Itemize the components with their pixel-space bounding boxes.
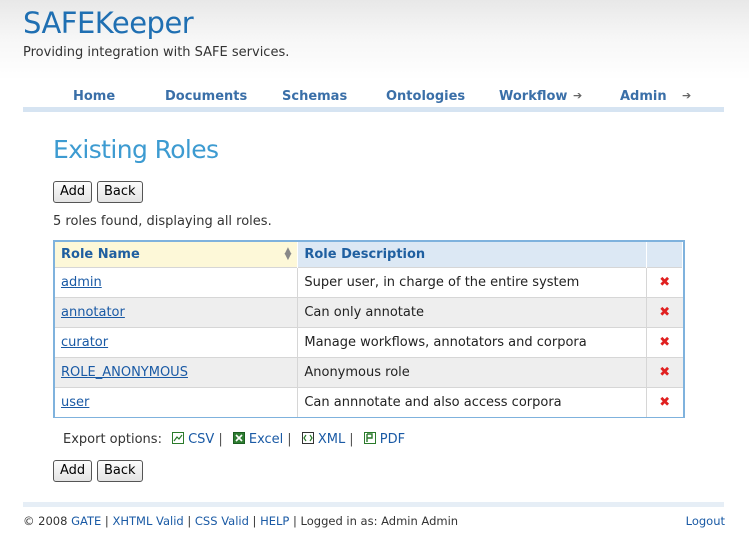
role-description: Can annnotate and also access corpora	[297, 386, 648, 417]
table-row: curator Manage workflows, annotators and…	[55, 326, 683, 357]
role-link-user[interactable]: user	[61, 395, 89, 410]
site-title: SAFEKeeper	[23, 6, 194, 40]
copyright-text: © 2008	[23, 514, 68, 528]
footer-link-gate[interactable]: GATE	[71, 514, 101, 528]
role-link-curator[interactable]: curator	[61, 335, 108, 350]
export-csv-link[interactable]: CSV	[188, 432, 214, 447]
back-button[interactable]: Back	[97, 181, 143, 203]
footer-link-css[interactable]: CSS Valid	[195, 514, 249, 528]
xml-icon	[301, 432, 314, 444]
role-description: Anonymous role	[297, 356, 648, 387]
logged-in-text: Logged in as: Admin Admin	[300, 514, 459, 528]
footer-divider	[23, 502, 724, 507]
footer-link-xhtml[interactable]: XHTML Valid	[112, 514, 183, 528]
column-header-label: Role Name	[61, 246, 140, 262]
add-button-bottom[interactable]: Add	[53, 460, 93, 482]
delete-icon[interactable]: ✖	[659, 365, 670, 380]
delete-icon[interactable]: ✖	[659, 395, 670, 410]
nav-home[interactable]: Home	[73, 89, 115, 104]
pdf-icon	[363, 432, 376, 444]
role-description: Manage workflows, annotators and corpora	[297, 326, 648, 357]
logout-link[interactable]: Logout	[686, 514, 725, 528]
role-link-role-anonymous[interactable]: ROLE_ANONYMOUS	[61, 365, 188, 380]
nav-ontologies[interactable]: Ontologies	[386, 89, 465, 104]
role-link-annotator[interactable]: annotator	[61, 305, 125, 320]
column-header-role-name[interactable]: Role Name ▲ ▼	[55, 242, 299, 267]
table-row: ROLE_ANONYMOUS Anonymous role ✖	[55, 356, 683, 387]
arrow-right-icon: ➔	[682, 89, 692, 102]
main-nav: Home Documents Schemas Ontologies Workfl…	[23, 86, 724, 112]
role-link-admin[interactable]: admin	[61, 275, 102, 290]
site-tagline: Providing integration with SAFE services…	[23, 45, 290, 60]
table-row: annotator Can only annotate ✖	[55, 296, 683, 327]
column-header-actions	[646, 242, 683, 267]
footer: © 2008 GATE | XHTML Valid | CSS Valid | …	[23, 514, 459, 528]
nav-schemas[interactable]: Schemas	[282, 89, 347, 104]
add-button[interactable]: Add	[53, 181, 93, 203]
delete-icon[interactable]: ✖	[659, 335, 670, 350]
arrow-right-icon: ➔	[573, 89, 583, 102]
sort-icon: ▲ ▼	[284, 246, 292, 262]
excel-icon	[232, 432, 245, 444]
export-options: Export options: CSV | Excel | XML | PDF	[63, 432, 406, 447]
delete-icon[interactable]: ✖	[659, 305, 670, 320]
csv-icon	[172, 432, 185, 444]
role-description: Super user, in charge of the entire syst…	[297, 266, 648, 297]
roles-table: Role Name ▲ ▼ Role Description admin Supe…	[53, 240, 685, 418]
nav-documents[interactable]: Documents	[165, 89, 247, 104]
results-count: 5 roles found, displaying all roles.	[53, 214, 272, 229]
export-xml-link[interactable]: XML	[318, 432, 345, 447]
table-row: user Can annnotate and also access corpo…	[55, 386, 683, 417]
role-description: Can only annotate	[297, 296, 648, 327]
footer-link-help[interactable]: HELP	[260, 514, 289, 528]
export-label: Export options:	[63, 432, 162, 447]
back-button-bottom[interactable]: Back	[97, 460, 143, 482]
page-title: Existing Roles	[53, 135, 219, 164]
nav-workflow[interactable]: Workflow	[499, 89, 567, 104]
delete-icon[interactable]: ✖	[659, 275, 670, 290]
export-pdf-link[interactable]: PDF	[380, 432, 405, 447]
table-row: admin Super user, in charge of the entir…	[55, 266, 683, 297]
column-header-label: Role Description	[304, 246, 426, 262]
export-excel-link[interactable]: Excel	[249, 432, 283, 447]
column-header-role-description[interactable]: Role Description	[297, 242, 648, 267]
nav-admin[interactable]: Admin	[620, 89, 667, 104]
